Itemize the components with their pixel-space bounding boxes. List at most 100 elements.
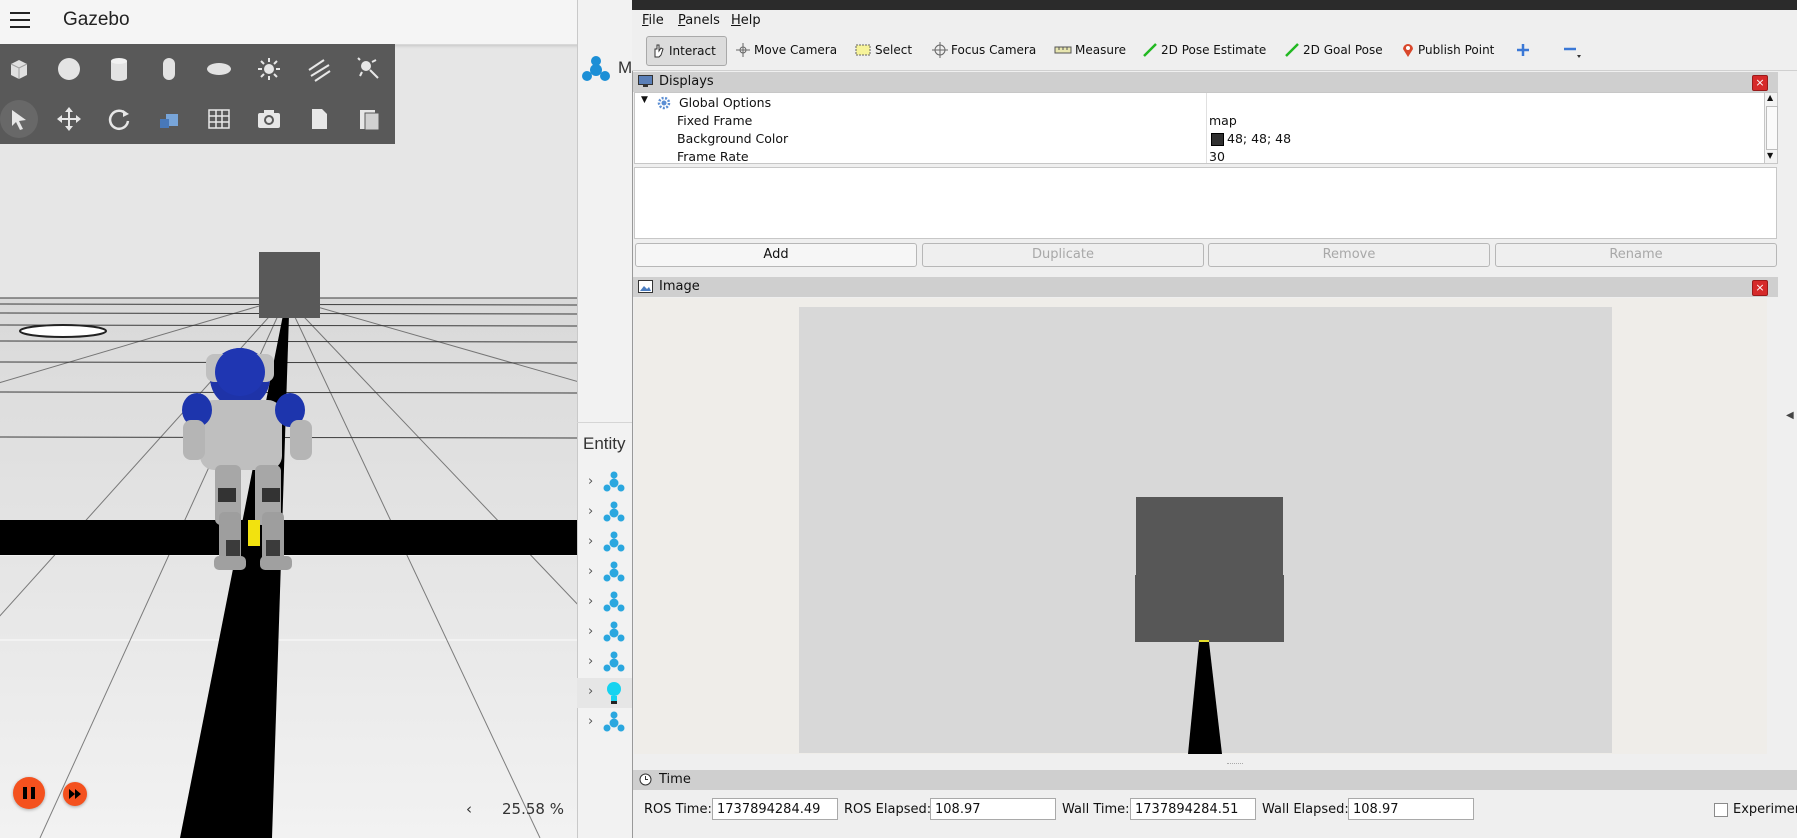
grid-snap-icon[interactable]	[200, 100, 238, 138]
sun-light-icon[interactable]	[250, 50, 288, 88]
entity-row[interactable]: ›	[577, 528, 633, 558]
sphere-icon[interactable]	[50, 50, 88, 88]
chevron-right-icon[interactable]: ›	[588, 564, 593, 579]
entity-row[interactable]: ›	[577, 498, 633, 528]
color-swatch[interactable]	[1211, 133, 1224, 146]
app-title: Gazebo	[63, 9, 130, 30]
cylinder-icon[interactable]	[100, 50, 138, 88]
scene-render	[0, 44, 577, 838]
duplicate-display-button[interactable]: Duplicate	[922, 243, 1204, 267]
green-arrow-icon	[1143, 43, 1157, 57]
model-icon	[603, 591, 625, 612]
select-arrow-icon[interactable]	[0, 100, 38, 138]
entity-row[interactable]: ›	[577, 678, 633, 708]
step-forward-button[interactable]	[63, 782, 87, 806]
menu-panels[interactable]: Panels	[678, 13, 720, 28]
close-icon[interactable]: ×	[1752, 75, 1768, 91]
focus-camera-tool-button[interactable]: Focus Camera	[932, 36, 1036, 64]
capsule-icon[interactable]	[150, 50, 188, 88]
experimental-checkbox[interactable]	[1714, 803, 1728, 817]
entity-row[interactable]: ›	[577, 618, 633, 648]
fast-forward-icon	[69, 789, 81, 799]
scroll-up-icon[interactable]: ▲	[1767, 93, 1773, 102]
hand-icon	[654, 44, 664, 58]
screenshot-icon[interactable]	[250, 100, 288, 138]
chevron-right-icon[interactable]: ›	[588, 474, 593, 489]
ellipsoid-icon[interactable]	[200, 50, 238, 88]
clock-icon	[639, 773, 652, 786]
model-icon	[603, 471, 625, 492]
property-value[interactable]: map	[1209, 113, 1237, 128]
chevron-right-icon[interactable]: ›	[588, 534, 593, 549]
gear-icon	[657, 96, 671, 110]
menu-help[interactable]: Help	[731, 13, 761, 28]
time-panel-title: Time	[633, 770, 1797, 790]
rotate-icon[interactable]	[100, 100, 138, 138]
measure-tool-button[interactable]: Measure	[1054, 36, 1126, 64]
experimental-label: Experimer	[1733, 802, 1797, 817]
chevron-right-icon[interactable]: ›	[588, 714, 593, 729]
translate-icon[interactable]	[50, 100, 88, 138]
remove-display-button[interactable]: Remove	[1208, 243, 1490, 267]
expand-arrow-icon[interactable]: ▼	[641, 95, 648, 105]
paste-icon[interactable]	[350, 100, 388, 138]
collapse-dock-icon[interactable]: ◀	[1786, 410, 1794, 421]
tree-row-global-options[interactable]: ▼ Global Options	[635, 94, 1766, 112]
focus-camera-icon	[932, 42, 948, 58]
publish-point-tool-button[interactable]: Publish Point	[1401, 36, 1494, 64]
splitter-handle[interactable]	[1227, 763, 1243, 765]
chevron-right-icon[interactable]: ›	[588, 504, 593, 519]
tree-row-background-color[interactable]: Background Color 48; 48; 48	[635, 130, 1766, 148]
image-icon	[638, 280, 653, 293]
camera-image-box	[1135, 575, 1284, 642]
pose-estimate-tool-button[interactable]: 2D Pose Estimate	[1142, 36, 1266, 64]
view-angle-icon[interactable]	[150, 100, 188, 138]
scrollbar-thumb[interactable]	[1766, 106, 1778, 150]
wall-time-field[interactable]: 1737894284.51	[1130, 798, 1256, 820]
directional-light-icon[interactable]	[300, 50, 338, 88]
entity-row[interactable]: ›	[577, 648, 633, 678]
remove-tool-button[interactable]	[1562, 36, 1585, 64]
displays-tree[interactable]: ▼ Global Options Fixed Frame map Backgro…	[634, 92, 1767, 164]
ros-elapsed-field[interactable]: 108.97	[930, 798, 1056, 820]
zoom-collapse-chevron[interactable]: ‹	[466, 800, 472, 818]
property-value[interactable]: 48; 48; 48	[1227, 131, 1291, 146]
ros-time-label: ROS Time:	[644, 802, 712, 817]
pause-button[interactable]	[13, 777, 45, 809]
entity-row[interactable]: ›	[577, 708, 633, 738]
entity-row[interactable]: ›	[577, 468, 633, 498]
box-icon[interactable]	[0, 50, 38, 88]
image-title: Image	[659, 279, 700, 294]
add-display-button[interactable]: Add	[635, 243, 917, 267]
entity-row[interactable]: ›	[577, 558, 633, 588]
select-tool-button[interactable]: Select	[854, 36, 912, 64]
add-tool-button[interactable]	[1515, 36, 1534, 64]
gazebo-3d-viewport[interactable]	[0, 44, 577, 838]
copy-icon[interactable]	[300, 100, 338, 138]
entity-row[interactable]: ›	[577, 588, 633, 618]
displays-scrollbar[interactable]: ▲ ▼	[1764, 92, 1778, 164]
goal-pose-tool-button[interactable]: 2D Goal Pose	[1284, 36, 1383, 64]
menu-file[interactable]: File	[642, 13, 664, 28]
tree-row-frame-rate[interactable]: Frame Rate 30	[635, 148, 1766, 163]
move-camera-tool-button[interactable]: Move Camera	[735, 36, 837, 64]
model-icon	[603, 621, 625, 642]
chevron-right-icon[interactable]: ›	[588, 594, 593, 609]
property-value[interactable]: 30	[1209, 149, 1225, 163]
pause-icon	[23, 787, 35, 799]
select-label: Select	[875, 43, 913, 57]
model-icon	[603, 531, 625, 552]
scroll-down-icon[interactable]: ▼	[1767, 151, 1773, 160]
chevron-right-icon[interactable]: ›	[588, 654, 593, 669]
rename-display-button[interactable]: Rename	[1495, 243, 1777, 267]
wall-elapsed-field[interactable]: 108.97	[1348, 798, 1474, 820]
ros-time-field[interactable]: 1737894284.49	[712, 798, 838, 820]
interact-tool-button[interactable]: Interact	[646, 36, 727, 66]
property-name: Background Color	[677, 131, 789, 146]
hamburger-menu-icon[interactable]	[10, 12, 30, 28]
chevron-right-icon[interactable]: ›	[588, 684, 593, 699]
tree-row-fixed-frame[interactable]: Fixed Frame map	[635, 112, 1766, 130]
spot-light-icon[interactable]	[350, 50, 388, 88]
close-icon[interactable]: ×	[1752, 280, 1768, 296]
chevron-right-icon[interactable]: ›	[588, 624, 593, 639]
